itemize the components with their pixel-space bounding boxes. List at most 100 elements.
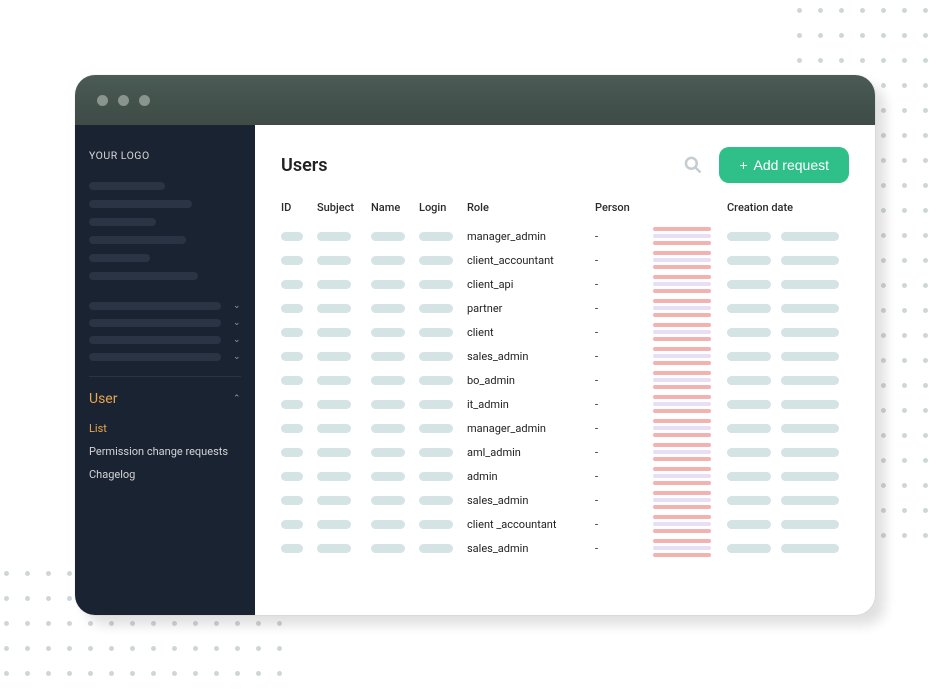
- table-row[interactable]: sales_admin-: [281, 536, 849, 560]
- table-row[interactable]: bo_admin-: [281, 368, 849, 392]
- cell-role: client _accountant: [467, 518, 595, 531]
- cell-creation-date: [727, 352, 849, 361]
- cell-placeholder-subject: [317, 280, 351, 289]
- sidebar-link-changelog[interactable]: Chagelog: [89, 463, 241, 486]
- cell-person: -: [595, 518, 649, 531]
- cell-creation-date: [727, 424, 849, 433]
- cell-creation-date: [727, 280, 849, 289]
- cell-status-lines: [653, 419, 711, 437]
- cell-placeholder-id: [281, 376, 303, 385]
- cell-creation-date: [727, 232, 849, 241]
- sidebar-item-collapsible[interactable]: ⌄: [89, 319, 241, 327]
- cell-status-lines: [653, 395, 711, 413]
- cell-placeholder-subject: [317, 520, 351, 529]
- cell-role: admin: [467, 470, 595, 483]
- cell-person: -: [595, 254, 649, 267]
- window-control-dot[interactable]: [118, 95, 129, 106]
- cell-role: it_admin: [467, 398, 595, 411]
- sidebar-link-permission-change-requests[interactable]: Permission change requests: [89, 440, 241, 463]
- cell-role: sales_admin: [467, 350, 595, 363]
- chevron-down-icon: ⌄: [233, 302, 241, 310]
- cell-placeholder-name: [371, 328, 405, 337]
- cell-placeholder-login: [419, 424, 453, 433]
- sidebar: YOUR LOGO ⌄ ⌄ ⌄: [75, 125, 255, 615]
- chevron-down-icon: ⌄: [233, 336, 241, 344]
- cell-status-lines: [653, 251, 711, 269]
- table-row[interactable]: client-: [281, 320, 849, 344]
- cell-placeholder-subject: [317, 424, 351, 433]
- cell-person: -: [595, 422, 649, 435]
- cell-placeholder-subject: [317, 304, 351, 313]
- table-row[interactable]: client _accountant-: [281, 512, 849, 536]
- cell-placeholder-login: [419, 496, 453, 505]
- table-row[interactable]: manager_admin-: [281, 416, 849, 440]
- table-row[interactable]: manager_admin-: [281, 224, 849, 248]
- table-row[interactable]: sales_admin-: [281, 344, 849, 368]
- window-control-dot[interactable]: [97, 95, 108, 106]
- sidebar-section-user[interactable]: User ⌃: [89, 376, 241, 417]
- sidebar-link-list[interactable]: List: [89, 417, 241, 440]
- cell-placeholder-name: [371, 424, 405, 433]
- cell-role: sales_admin: [467, 494, 595, 507]
- cell-placeholder-subject: [317, 496, 351, 505]
- cell-placeholder-login: [419, 520, 453, 529]
- cell-placeholder-name: [371, 352, 405, 361]
- cell-placeholder-subject: [317, 256, 351, 265]
- cell-placeholder-login: [419, 472, 453, 481]
- table-row[interactable]: sales_admin-: [281, 488, 849, 512]
- cell-person: -: [595, 446, 649, 459]
- table-row[interactable]: it_admin-: [281, 392, 849, 416]
- table-row[interactable]: partner-: [281, 296, 849, 320]
- cell-status-lines: [653, 323, 711, 341]
- cell-placeholder-id: [281, 472, 303, 481]
- cell-placeholder-login: [419, 280, 453, 289]
- chevron-down-icon: ⌄: [233, 353, 241, 361]
- table-row[interactable]: client_accountant-: [281, 248, 849, 272]
- search-icon[interactable]: [683, 155, 703, 175]
- cell-placeholder-subject: [317, 400, 351, 409]
- cell-person: -: [595, 398, 649, 411]
- cell-status-lines: [653, 299, 711, 317]
- cell-placeholder-login: [419, 352, 453, 361]
- sidebar-item-collapsible[interactable]: ⌄: [89, 353, 241, 361]
- cell-person: -: [595, 542, 649, 555]
- cell-placeholder-login: [419, 400, 453, 409]
- app-window: YOUR LOGO ⌄ ⌄ ⌄: [75, 75, 875, 615]
- table-row[interactable]: aml_admin-: [281, 440, 849, 464]
- cell-role: manager_admin: [467, 230, 595, 243]
- table-row[interactable]: admin-: [281, 464, 849, 488]
- add-request-button[interactable]: + Add request: [719, 147, 849, 183]
- cell-creation-date: [727, 472, 849, 481]
- chevron-up-icon: ⌃: [233, 395, 241, 403]
- cell-role: aml_admin: [467, 446, 595, 459]
- cell-status-lines: [653, 491, 711, 509]
- sidebar-item-collapsible[interactable]: ⌄: [89, 336, 241, 344]
- cell-placeholder-id: [281, 448, 303, 457]
- table-row[interactable]: client_api-: [281, 272, 849, 296]
- cell-placeholder-id: [281, 400, 303, 409]
- cell-placeholder-id: [281, 496, 303, 505]
- cell-placeholder-subject: [317, 328, 351, 337]
- cell-placeholder-id: [281, 520, 303, 529]
- cell-placeholder-id: [281, 544, 303, 553]
- cell-status-lines: [653, 539, 711, 557]
- window-control-dot[interactable]: [139, 95, 150, 106]
- cell-placeholder-name: [371, 496, 405, 505]
- page-title: Users: [281, 155, 667, 176]
- main-header: Users + Add request: [281, 147, 849, 183]
- cell-placeholder-login: [419, 376, 453, 385]
- cell-placeholder-id: [281, 232, 303, 241]
- cell-role: bo_admin: [467, 374, 595, 387]
- cell-person: -: [595, 494, 649, 507]
- cell-placeholder-login: [419, 328, 453, 337]
- plus-icon: +: [739, 157, 747, 173]
- cell-creation-date: [727, 448, 849, 457]
- cell-placeholder-subject: [317, 376, 351, 385]
- cell-placeholder-id: [281, 424, 303, 433]
- cell-status-lines: [653, 275, 711, 293]
- cell-creation-date: [727, 520, 849, 529]
- col-header-name: Name: [371, 201, 419, 214]
- cell-creation-date: [727, 400, 849, 409]
- sidebar-item-collapsible[interactable]: ⌄: [89, 302, 241, 310]
- col-header-login: Login: [419, 201, 467, 214]
